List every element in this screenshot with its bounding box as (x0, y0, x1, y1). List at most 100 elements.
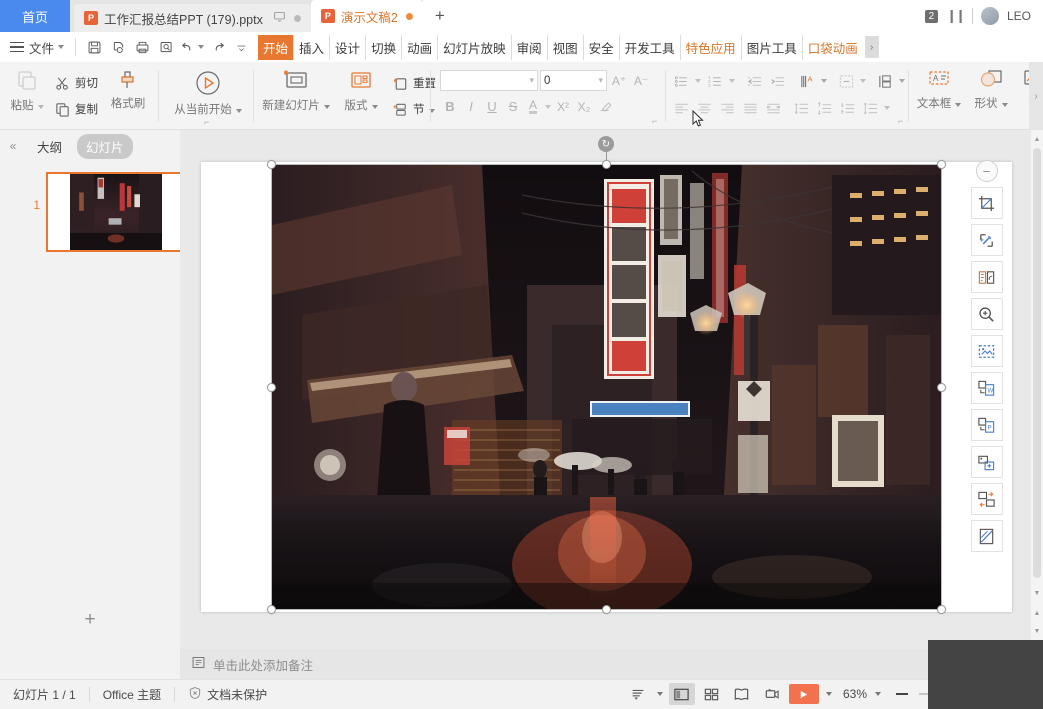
shrink-font-button[interactable]: A⁻ (631, 70, 651, 91)
view-options-dropdown[interactable] (655, 683, 665, 705)
window-count-badge[interactable]: 2 (925, 10, 939, 23)
scrollbar-thumb[interactable] (1033, 148, 1041, 578)
shape-button[interactable]: 形状 (966, 62, 1016, 126)
decrease-indent-button[interactable] (743, 70, 765, 92)
paste-button[interactable]: 粘贴 (4, 62, 50, 126)
ribbon-tab-animation[interactable]: 动画 (401, 35, 437, 60)
distribute-button[interactable] (762, 97, 784, 119)
resize-handle-bottom-center[interactable] (602, 605, 611, 614)
vertical-scrollbar[interactable]: ▲ ▼ ▲ ▼ (1031, 130, 1043, 649)
print-icon[interactable] (130, 32, 154, 62)
slide-counter[interactable]: 幻灯片 1 / 1 (0, 686, 89, 703)
undo-icon[interactable] (178, 32, 196, 62)
compare-image-button[interactable] (971, 261, 1003, 293)
space-after-button[interactable] (836, 97, 858, 119)
ribbon-tab-picture-tools[interactable]: 图片工具 (741, 35, 802, 60)
add-image-button[interactable] (971, 446, 1003, 478)
document-protection-status[interactable]: 文档未保护 (175, 686, 280, 703)
resize-handle-bottom-right[interactable] (937, 605, 946, 614)
ribbon-tab-slideshow[interactable]: 幻灯片放映 (437, 35, 511, 60)
resize-handle-top-left[interactable] (267, 160, 276, 169)
home-button[interactable]: 首页 (0, 0, 70, 32)
ribbon-tab-pocket-animation[interactable]: 口袋动画 (802, 35, 863, 60)
redo-icon[interactable] (206, 32, 230, 62)
section-button[interactable]: 节 (388, 96, 440, 122)
paragraph-dialog-launcher[interactable]: ⌐ (898, 116, 903, 126)
document-tab-1[interactable]: P 工作汇报总结PPT (179).pptx (74, 4, 311, 32)
zoom-image-button[interactable] (971, 298, 1003, 330)
save-icon[interactable] (82, 32, 106, 62)
undo-dropdown-icon[interactable] (196, 32, 206, 62)
select-image-button[interactable] (971, 335, 1003, 367)
underline-button[interactable]: U (482, 96, 502, 117)
layout-button[interactable]: 版式 (334, 62, 388, 126)
ribbon-tabs-scroll-right-button[interactable]: › (865, 36, 879, 58)
italic-button[interactable]: I (461, 96, 481, 117)
grow-font-button[interactable]: A⁺ (609, 70, 629, 91)
resize-handle-bottom-left[interactable] (267, 605, 276, 614)
remove-background-button[interactable] (971, 224, 1003, 256)
zoom-out-button[interactable] (889, 683, 915, 705)
ribbon-tab-design[interactable]: 设计 (329, 35, 365, 60)
font-color-button[interactable]: A (524, 96, 542, 117)
resize-handle-middle-right[interactable] (937, 383, 946, 392)
superscript-button[interactable]: X² (553, 96, 573, 117)
print-find-icon[interactable] (154, 32, 178, 62)
ribbon-scroll-right-button[interactable]: › (1029, 62, 1043, 130)
smart-art-button[interactable] (874, 70, 896, 92)
ribbon-tab-view[interactable]: 视图 (547, 35, 583, 60)
ribbon-tab-start[interactable]: 开始 (258, 35, 293, 60)
align-right-button[interactable] (716, 97, 738, 119)
reset-button[interactable]: 重置 (388, 70, 440, 96)
line-spacing-button[interactable] (790, 97, 812, 119)
justify-button[interactable] (739, 97, 761, 119)
copy-button[interactable]: 复制 (50, 96, 102, 122)
slideshow-dropdown[interactable] (823, 683, 835, 705)
screen-share-icon[interactable] (273, 10, 286, 26)
rotate-handle[interactable]: ↻ (598, 136, 614, 152)
collapse-toolbar-button[interactable]: − (976, 160, 998, 182)
bullet-list-dropdown[interactable] (693, 70, 703, 92)
start-slideshow-button[interactable] (789, 684, 819, 704)
text-direction-button[interactable]: A (796, 70, 818, 92)
crop-tool-button[interactable] (971, 187, 1003, 219)
slide-thumbnail-1[interactable] (46, 172, 186, 252)
font-dialog-launcher[interactable]: ⌐ (652, 116, 657, 126)
reading-view-button[interactable] (729, 683, 755, 705)
cut-button[interactable]: 剪切 (50, 70, 102, 96)
new-slide-button[interactable]: 新建幻灯片 (258, 62, 334, 126)
align-left-button[interactable] (670, 97, 692, 119)
ribbon-tab-security[interactable]: 安全 (583, 35, 619, 60)
notes-pane[interactable]: 单击此处添加备注 (180, 649, 1043, 679)
tab-outline[interactable]: 大纲 (28, 134, 71, 159)
line-spacing-options-button[interactable] (859, 97, 881, 119)
text-direction-dropdown[interactable] (819, 70, 829, 92)
tab-slides[interactable]: 幻灯片 (77, 134, 133, 159)
ribbon-tab-transition[interactable]: 切换 (365, 35, 401, 60)
slide-sorter-button[interactable] (699, 683, 725, 705)
scroll-down-arrow[interactable]: ▼ (1031, 586, 1043, 600)
bullet-list-button[interactable] (670, 70, 692, 92)
space-before-button[interactable] (813, 97, 835, 119)
font-color-dropdown[interactable] (543, 96, 552, 117)
ribbon-tab-review[interactable]: 审阅 (511, 35, 547, 60)
font-family-select[interactable]: ▾ (440, 70, 538, 91)
strikethrough-button[interactable]: S (503, 96, 523, 117)
reading-options-button[interactable] (625, 683, 651, 705)
bold-button[interactable]: B (440, 96, 460, 117)
textbox-button[interactable]: A 文本框 (912, 62, 966, 126)
format-painter-button[interactable]: 格式刷 (102, 62, 154, 126)
subscript-button[interactable]: X₂ (574, 96, 594, 117)
clear-formatting-button[interactable] (595, 96, 615, 117)
print-preview-icon[interactable] (106, 32, 130, 62)
theme-label[interactable]: Office 主题 (90, 686, 174, 703)
customize-quick-access-icon[interactable] (230, 32, 252, 62)
resize-handle-middle-left[interactable] (267, 383, 276, 392)
line-spacing-dropdown[interactable] (882, 97, 892, 119)
numbered-list-button[interactable]: 123 (704, 70, 726, 92)
window-list-icon[interactable]: ❙❙ (946, 8, 964, 24)
ribbon-tab-developer[interactable]: 开发工具 (619, 35, 680, 60)
slide-surface[interactable]: ↻ (201, 162, 1012, 612)
align-text-dropdown[interactable] (858, 70, 868, 92)
align-text-button[interactable] (835, 70, 857, 92)
